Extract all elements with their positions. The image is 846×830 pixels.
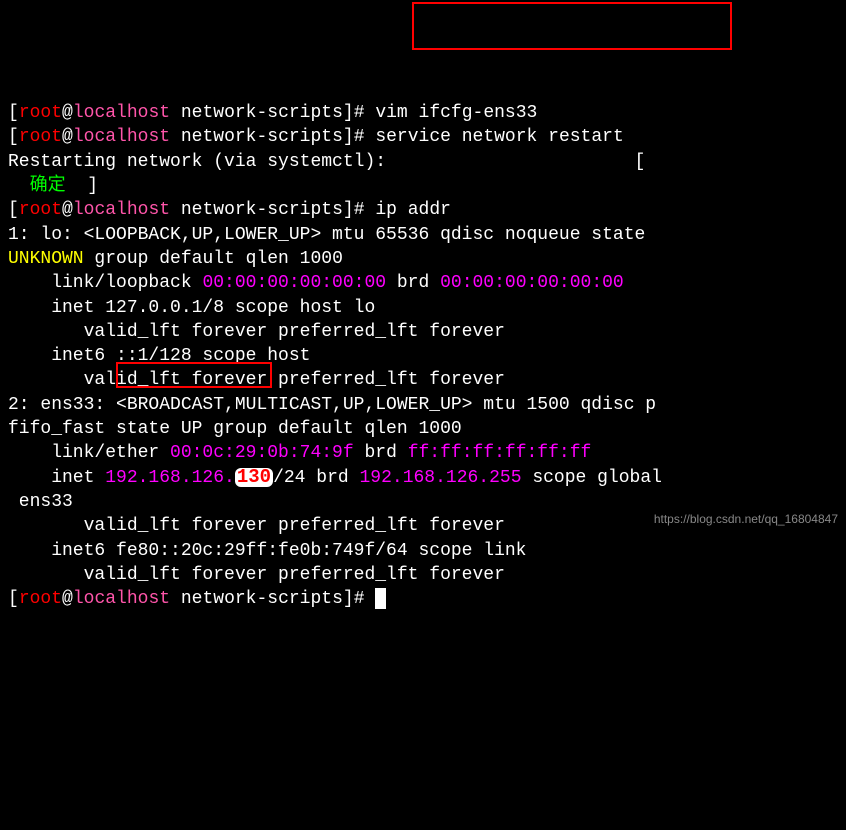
ens-inet6: inet6 fe80::20c:29ff:fe0b:749f/64 scope …	[8, 541, 526, 561]
user: root	[19, 103, 62, 123]
cmd-vim: vim ifcfg-ens33	[375, 103, 537, 123]
ens-tail: ens33	[8, 492, 73, 512]
terminal-output: [root@localhost network-scripts]# vim if…	[8, 101, 838, 611]
ens-mac-brd: ff:ff:ff:ff:ff:ff	[408, 443, 592, 463]
ens-header-2: fifo_fast state UP group default qlen 10…	[8, 419, 462, 439]
ok-text: 确定	[8, 176, 66, 196]
restart-output: Restarting network (via systemctl): [	[8, 152, 645, 172]
ok-close: ]	[66, 176, 98, 196]
ens-valid: valid_lft forever preferred_lft forever	[8, 516, 505, 536]
lo-mac: 00:00:00:00:00:00	[202, 273, 386, 293]
marker: ]#	[343, 103, 365, 123]
ens-link: link/ether	[8, 443, 170, 463]
lo-mac-brd: 00:00:00:00:00:00	[440, 273, 624, 293]
at: @	[62, 103, 73, 123]
cursor-icon[interactable]	[375, 588, 386, 609]
host: localhost	[73, 103, 170, 123]
prompt-line-1: [root@localhost network-scripts]# vim if…	[8, 103, 537, 123]
lo-inet6: inet6 ::1/128 scope host	[8, 346, 310, 366]
path: network-scripts	[170, 103, 343, 123]
ens-mac: 00:0c:29:0b:74:9f	[170, 443, 354, 463]
ens-ip-brd: 192.168.126.255	[359, 468, 521, 488]
cmd-restart: service network restart	[375, 127, 623, 147]
cmd-ipaddr: ip addr	[375, 200, 451, 220]
lo-link: link/loopback	[8, 273, 202, 293]
prompt-line-3: [root@localhost network-scripts]# ip add…	[8, 200, 451, 220]
lo-valid: valid_lft forever preferred_lft forever	[8, 322, 505, 342]
prompt-line-2: [root@localhost network-scripts]# servic…	[8, 127, 624, 147]
lo-header: 1: lo: <LOOPBACK,UP,LOWER_UP> mtu 65536 …	[8, 225, 656, 245]
lo-valid2: valid_lft forever preferred_lft forever	[8, 370, 505, 390]
ens-ip-a: 192.168.126.	[105, 468, 235, 488]
ip-highlight-badge: 130	[235, 468, 273, 487]
ens-valid2: valid_lft forever preferred_lft forever	[8, 565, 505, 585]
ens-inet-pre: inet	[8, 468, 105, 488]
highlight-box-commands	[412, 2, 732, 50]
ens-header: 2: ens33: <BROADCAST,MULTICAST,UP,LOWER_…	[8, 395, 656, 415]
watermark-text: https://blog.csdn.net/qq_16804847	[654, 511, 838, 527]
state-unknown: UNKNOWN	[8, 249, 84, 269]
prompt-line-4[interactable]: [root@localhost network-scripts]#	[8, 589, 386, 609]
bracket: [	[8, 103, 19, 123]
lo-inet: inet 127.0.0.1/8 scope host lo	[8, 298, 375, 318]
